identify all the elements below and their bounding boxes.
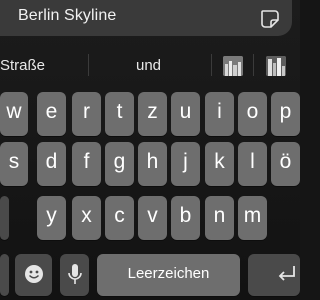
suggestion-divider: [88, 54, 89, 76]
key-label: f: [83, 150, 90, 173]
microphone-key[interactable]: [60, 254, 89, 296]
key-h[interactable]: h: [138, 142, 167, 186]
key-label: o: [246, 100, 259, 123]
key-s[interactable]: s: [0, 142, 28, 186]
key-label: j: [183, 150, 188, 173]
skyline-thumbnail-1[interactable]: [223, 56, 243, 76]
suggestion-2[interactable]: und: [136, 57, 161, 74]
key-label: w: [6, 100, 22, 123]
key-l[interactable]: l: [238, 142, 267, 186]
suggestion-1[interactable]: Straße: [0, 57, 45, 74]
key-z[interactable]: z: [138, 92, 167, 136]
key-j[interactable]: j: [171, 142, 200, 186]
key-label: b: [179, 204, 192, 227]
key-label: u: [179, 100, 192, 123]
key-label: l: [250, 150, 255, 173]
key-r[interactable]: r: [72, 92, 101, 136]
suggestion-divider: [211, 54, 212, 76]
key-k[interactable]: k: [205, 142, 234, 186]
key-label: h: [146, 150, 159, 173]
shift-key[interactable]: [0, 196, 9, 240]
key-b[interactable]: b: [171, 196, 200, 240]
numbers-key[interactable]: [0, 254, 9, 296]
key-w[interactable]: w: [0, 92, 28, 136]
key-label: r: [83, 100, 90, 123]
key-label: z: [147, 100, 158, 123]
space-bar[interactable]: Leerzeichen: [97, 254, 240, 296]
space-bar-label: Leerzeichen: [127, 265, 210, 282]
key-label: x: [81, 204, 92, 227]
key-label: m: [243, 204, 262, 227]
key-o[interactable]: o: [238, 92, 267, 136]
key-label: g: [113, 150, 126, 173]
key-label: v: [147, 204, 158, 227]
key-x[interactable]: x: [72, 196, 101, 240]
key-label: i: [217, 100, 222, 123]
key-d[interactable]: d: [37, 142, 66, 186]
key-c[interactable]: c: [105, 196, 134, 240]
key-e[interactable]: e: [37, 92, 66, 136]
text-field-value: Berlin Skyline: [18, 7, 117, 24]
emoji-icon: [24, 264, 44, 290]
key-n[interactable]: n: [205, 196, 234, 240]
key-g[interactable]: g: [105, 142, 134, 186]
key-t[interactable]: t: [105, 92, 134, 136]
return-key[interactable]: [248, 254, 300, 296]
microphone-icon: [66, 263, 84, 293]
sticker-icon[interactable]: [259, 8, 279, 28]
key-f[interactable]: f: [72, 142, 101, 186]
key-label: y: [46, 204, 57, 227]
key-v[interactable]: v: [138, 196, 167, 240]
emoji-key[interactable]: [15, 254, 52, 296]
key-label: t: [116, 100, 123, 123]
key-p[interactable]: p: [271, 92, 300, 136]
key-m[interactable]: m: [238, 196, 267, 240]
text-field[interactable]: Berlin Skyline: [0, 0, 292, 36]
key-y[interactable]: y: [37, 196, 66, 240]
keyboard: Berlin Skyline Straße und w e r t z u i …: [0, 0, 300, 300]
suggestion-bar: Straße und: [0, 44, 300, 90]
key-u[interactable]: u: [171, 92, 200, 136]
return-icon: [276, 264, 298, 290]
key-label: s: [8, 150, 20, 173]
key-label: c: [114, 204, 125, 227]
key-label: p: [279, 100, 292, 123]
key-label: n: [213, 204, 226, 227]
key-label: e: [45, 100, 58, 123]
key-label: d: [45, 150, 58, 173]
key-label: k: [214, 150, 225, 173]
key-o-umlaut[interactable]: ö: [271, 142, 300, 186]
skyline-thumbnail-2[interactable]: [266, 56, 286, 76]
key-label: ö: [279, 150, 292, 173]
key-i[interactable]: i: [205, 92, 234, 136]
suggestion-divider: [253, 54, 254, 76]
